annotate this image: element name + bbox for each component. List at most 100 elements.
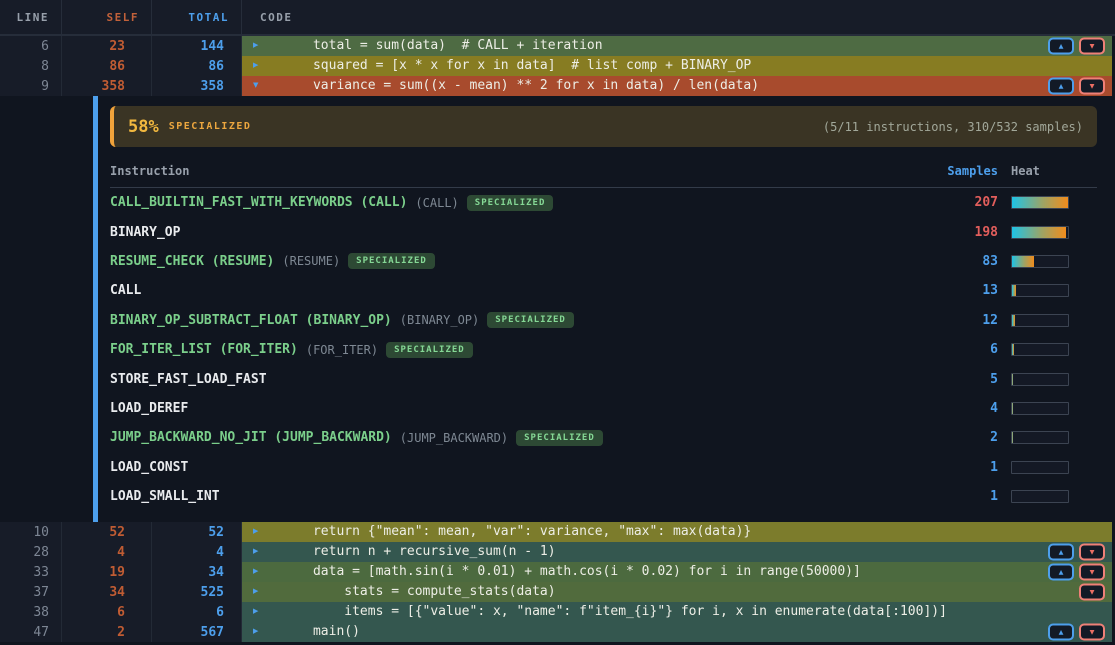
expand-icon[interactable]: ▶ — [253, 568, 258, 577]
specialization-summary: 58% SPECIALIZED (5/11 instructions, 310/… — [110, 106, 1097, 147]
jump-down-button[interactable]: ▼ — [1079, 38, 1105, 55]
code-heat-band[interactable]: ▶ total = sum(data) # CALL + iteration ▲ ▼ — [242, 36, 1112, 56]
total-samples: 86 — [152, 56, 242, 76]
jump-up-button[interactable]: ▲ — [1048, 78, 1074, 95]
opcode-base-name: (FOR_ITER) — [306, 343, 378, 357]
code-line-row: 88686▶ squared = [x * x for x in data] #… — [0, 56, 1115, 76]
self-samples: 19 — [62, 562, 152, 582]
expand-icon[interactable]: ▶ — [253, 42, 258, 51]
heat-bar — [1011, 314, 1069, 327]
heat-bar-fill — [1012, 197, 1068, 208]
self-samples: 52 — [62, 522, 152, 542]
line-number: 33 — [0, 562, 62, 582]
heat-bar-fill — [1012, 344, 1014, 355]
code-line-row: 3866▶ items = [{"value": x, "name": f"it… — [0, 602, 1115, 622]
instruction-name-group: BINARY_OP_SUBTRACT_FLOAT (BINARY_OP)(BIN… — [110, 312, 942, 328]
samples-value: 83 — [942, 254, 998, 269]
code-text: items = [{"value": x, "name": f"item_{i}… — [242, 602, 947, 622]
collapse-icon[interactable]: ▼ — [253, 82, 258, 91]
self-samples: 358 — [62, 76, 152, 96]
specialized-badge: SPECIALIZED — [386, 342, 473, 358]
opcode-base-name: (BINARY_OP) — [400, 313, 479, 327]
expand-icon[interactable]: ▶ — [253, 528, 258, 537]
expand-icon[interactable]: ▶ — [253, 628, 258, 637]
heat-bar-fill — [1012, 315, 1015, 326]
heat-bar-fill — [1012, 285, 1016, 296]
instruction-name-group: LOAD_DEREF — [110, 401, 942, 416]
jump-up-button[interactable]: ▲ — [1048, 38, 1074, 55]
code-heat-band[interactable]: ▶ stats = compute_stats(data)▼ — [242, 582, 1112, 602]
code-heat-band[interactable]: ▼ variance = sum((x - mean) ** 2 for x i… — [242, 76, 1112, 96]
instruction-name-group: RESUME_CHECK (RESUME)(RESUME)SPECIALIZED — [110, 253, 942, 269]
expand-icon[interactable]: ▶ — [253, 548, 258, 557]
instruction-row: BINARY_OP198 — [110, 217, 1097, 246]
instruction-name-group: CALL — [110, 283, 942, 298]
self-samples: 2 — [62, 622, 152, 642]
total-samples: 358 — [152, 76, 242, 96]
jump-up-button[interactable]: ▲ — [1048, 544, 1074, 561]
instruction-name-group: JUMP_BACKWARD_NO_JIT (JUMP_BACKWARD)(JUM… — [110, 430, 942, 446]
instruction-row: BINARY_OP_SUBTRACT_FLOAT (BINARY_OP)(BIN… — [110, 306, 1097, 335]
jump-up-button[interactable]: ▲ — [1048, 564, 1074, 581]
instruction-row: FOR_ITER_LIST (FOR_ITER)(FOR_ITER)SPECIA… — [110, 335, 1097, 364]
expand-icon[interactable]: ▶ — [253, 608, 258, 617]
opcode-base-name: (CALL) — [415, 196, 458, 210]
code-line-row: 9358358▼ variance = sum((x - mean) ** 2 … — [0, 76, 1115, 96]
jump-up-button[interactable]: ▲ — [1048, 624, 1074, 641]
heat-bar — [1011, 196, 1069, 209]
line-number: 28 — [0, 542, 62, 562]
expand-icon[interactable]: ▶ — [253, 62, 258, 71]
code-text: total = sum(data) # CALL + iteration — [242, 36, 603, 56]
heat-bar — [1011, 255, 1069, 268]
instruction-row: JUMP_BACKWARD_NO_JIT (JUMP_BACKWARD)(JUM… — [110, 423, 1097, 452]
instruction-name-group: LOAD_CONST — [110, 460, 942, 475]
heat-bar — [1011, 431, 1069, 444]
heat-bar-fill — [1012, 227, 1066, 238]
instruction-name-group: FOR_ITER_LIST (FOR_ITER)(FOR_ITER)SPECIA… — [110, 342, 942, 358]
instruction-row: CALL13 — [110, 276, 1097, 305]
jump-down-button[interactable]: ▼ — [1079, 584, 1105, 601]
instruction-row: LOAD_CONST1 — [110, 453, 1097, 482]
heat-bar-fill — [1012, 432, 1013, 443]
samples-value: 6 — [942, 342, 998, 357]
opcode-name: LOAD_DEREF — [110, 401, 188, 416]
heat-bar — [1011, 373, 1069, 386]
instruction-row: LOAD_DEREF4 — [110, 394, 1097, 423]
code-line-row: 472567▶ main()▲▼ — [0, 622, 1115, 642]
code-heat-band[interactable]: ▶ squared = [x * x for x in data] # list… — [242, 56, 1112, 76]
jump-down-button[interactable]: ▼ — [1079, 78, 1105, 95]
opcode-name: CALL — [110, 283, 141, 298]
code-heat-band[interactable]: ▶ return n + recursive_sum(n - 1)▲▼ — [242, 542, 1112, 562]
heat-bar-fill — [1012, 256, 1034, 267]
code-line-row: 2844▶ return n + recursive_sum(n - 1)▲▼ — [0, 542, 1115, 562]
instruction-name-group: CALL_BUILTIN_FAST_WITH_KEYWORDS (CALL)(C… — [110, 195, 942, 211]
expanded-row-indicator-bar — [93, 96, 98, 522]
instruction-panel: 58% SPECIALIZED (5/11 instructions, 310/… — [0, 96, 1115, 522]
code-heat-band[interactable]: ▶ data = [math.sin(i * 0.01) + math.cos(… — [242, 562, 1112, 582]
code-heat-band[interactable]: ▶ main()▲▼ — [242, 622, 1112, 642]
heat-bar — [1011, 402, 1069, 415]
heat-bar — [1011, 461, 1069, 474]
code-rows-top: 623144▶ total = sum(data) # CALL + itera… — [0, 36, 1115, 96]
samples-column-header[interactable]: Samples — [942, 164, 998, 178]
expand-icon[interactable]: ▶ — [253, 588, 258, 597]
line-number: 9 — [0, 76, 62, 96]
jump-down-button[interactable]: ▼ — [1079, 564, 1105, 581]
code-heat-band[interactable]: ▶ items = [{"value": x, "name": f"item_{… — [242, 602, 1112, 622]
self-samples: 6 — [62, 602, 152, 622]
row-nav-buttons: ▲▼ — [1048, 544, 1105, 561]
samples-value: 1 — [942, 489, 998, 504]
samples-value: 207 — [942, 195, 998, 210]
specialization-detail: (5/11 instructions, 310/532 samples) — [823, 120, 1083, 134]
samples-value: 198 — [942, 225, 998, 240]
code-heat-band[interactable]: ▶ return {"mean": mean, "var": variance,… — [242, 522, 1112, 542]
table-header: LINE SELF TOTAL CODE — [0, 0, 1115, 36]
opcode-name: RESUME_CHECK (RESUME) — [110, 254, 274, 269]
line-number: 8 — [0, 56, 62, 76]
line-number: 38 — [0, 602, 62, 622]
row-nav-buttons: ▲▼ — [1048, 78, 1105, 95]
column-header-total: TOTAL — [152, 0, 242, 34]
jump-down-button[interactable]: ▼ — [1079, 544, 1105, 561]
jump-down-button[interactable]: ▼ — [1079, 624, 1105, 641]
heat-column-header: Heat — [1011, 164, 1069, 178]
